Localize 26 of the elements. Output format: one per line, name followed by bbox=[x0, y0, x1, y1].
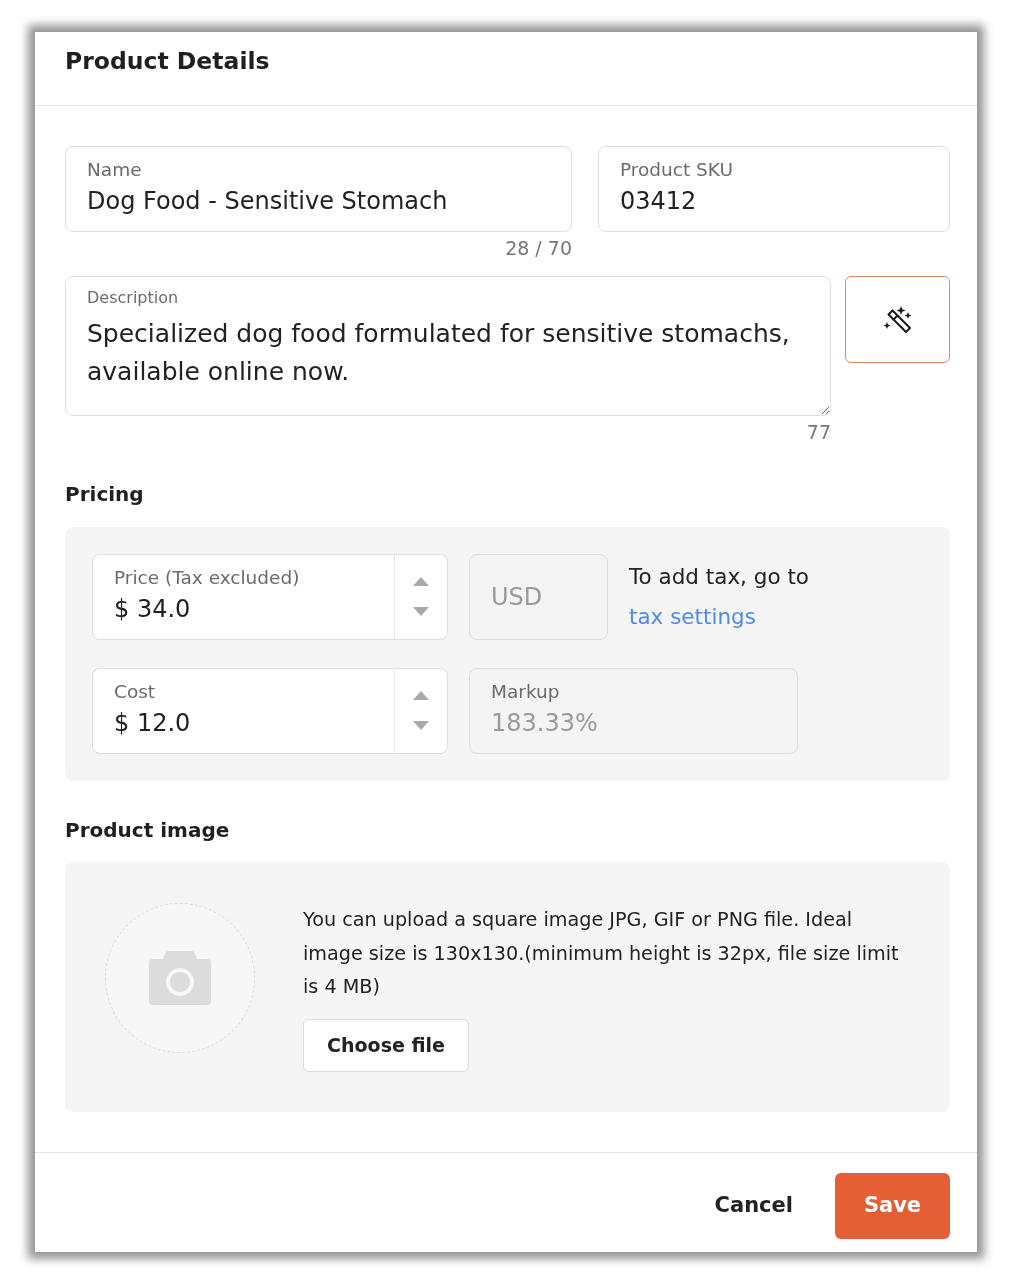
character-counter: 77 bbox=[805, 422, 831, 442]
increment-button[interactable] bbox=[394, 554, 448, 597]
increment-button[interactable] bbox=[394, 668, 448, 711]
field-label: Name bbox=[87, 159, 142, 181]
field-label: Description bbox=[87, 288, 179, 308]
caret-down-icon bbox=[413, 721, 429, 730]
caret-down-icon bbox=[413, 607, 429, 616]
choose-file-button[interactable]: Choose file bbox=[303, 1018, 469, 1072]
tax-note: To add tax, go to tax settings bbox=[629, 563, 810, 631]
section-title: Product image bbox=[65, 818, 231, 842]
decrement-button[interactable] bbox=[394, 597, 448, 640]
magic-wand-icon bbox=[882, 304, 913, 335]
caret-up-icon bbox=[413, 691, 429, 700]
field-label: Cost bbox=[114, 681, 156, 703]
dialog-title: Product Details bbox=[65, 46, 270, 76]
field-label: Price (Tax excluded) bbox=[114, 567, 300, 589]
field-label: Product SKU bbox=[620, 159, 734, 181]
caret-up-icon bbox=[413, 577, 429, 586]
magic-wand-button[interactable] bbox=[845, 276, 950, 363]
character-counter: 28 / 70 bbox=[504, 238, 572, 258]
cancel-button[interactable]: Cancel bbox=[708, 1173, 799, 1239]
camera-icon bbox=[149, 951, 211, 1005]
field-label: Markup bbox=[491, 681, 560, 703]
section-title: Pricing bbox=[65, 482, 145, 506]
upload-hint: You can upload a square image JPG, GIF or PNG file. Ideal image size is 130x130.(minimum height is 32px, file size limit is 4 MB) bbox=[303, 907, 900, 1000]
decrement-button[interactable] bbox=[394, 711, 448, 754]
